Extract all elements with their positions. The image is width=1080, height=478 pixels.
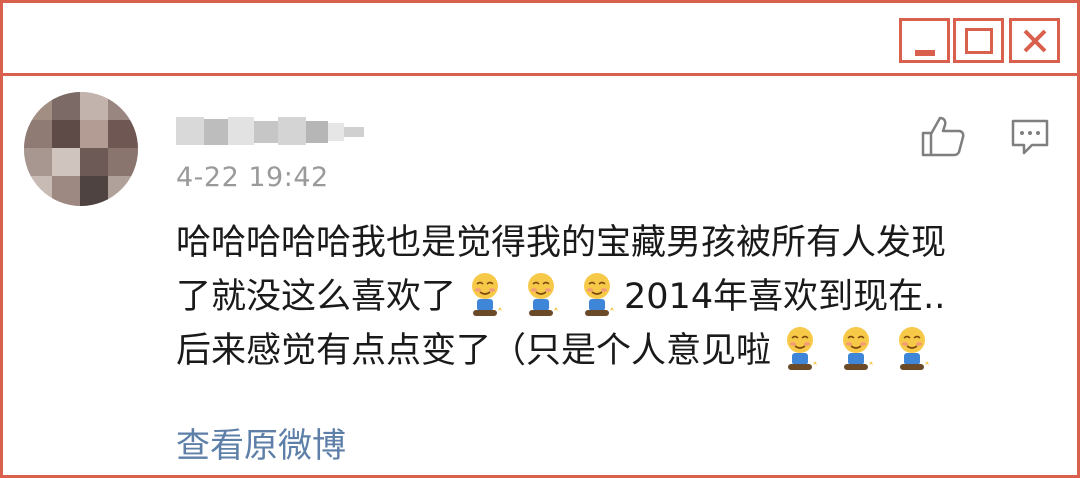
minimize-button[interactable]	[899, 18, 950, 63]
maximize-button[interactable]	[953, 18, 1004, 63]
comment-line-3-text: 后来感觉有点点变了（只是个人意见啦	[176, 331, 772, 371]
title-bar	[3, 3, 1077, 76]
comment-timestamp: 4-22 19:42	[176, 162, 329, 193]
shy-boy-emoji-icon	[522, 270, 560, 318]
shy-boy-emoji-icon	[837, 324, 875, 372]
close-icon	[1023, 29, 1047, 53]
maximize-icon	[965, 28, 993, 54]
view-original-link[interactable]: 查看原微博	[176, 418, 346, 467]
shy-boy-emoji-icon	[781, 324, 819, 372]
comment-body: 哈哈哈哈哈我也是觉得我的宝藏男孩被所有人发现 了就没这么喜欢了 2014年喜欢到现…	[176, 216, 1036, 378]
comment-bubble-icon[interactable]	[1010, 118, 1050, 156]
comment-line-2-text: 了就没这么喜欢了	[176, 277, 457, 317]
minimize-icon	[915, 50, 935, 56]
shy-boy-emoji-icon	[466, 270, 504, 318]
username-obscured[interactable]	[176, 113, 376, 151]
close-button[interactable]	[1009, 18, 1060, 63]
shy-boy-emoji-icon	[893, 324, 931, 372]
avatar[interactable]	[24, 92, 138, 206]
comment-line-3: 后来感觉有点点变了（只是个人意见啦	[176, 324, 1036, 378]
thumbs-up-icon[interactable]	[920, 114, 966, 158]
shy-boy-emoji-icon	[578, 270, 616, 318]
comment-line-2: 了就没这么喜欢了 2014年喜欢到现在..	[176, 270, 1036, 324]
comment-line-2b-text: 2014年喜欢到现在..	[624, 277, 946, 317]
comment-line-1: 哈哈哈哈哈我也是觉得我的宝藏男孩被所有人发现	[176, 223, 947, 263]
